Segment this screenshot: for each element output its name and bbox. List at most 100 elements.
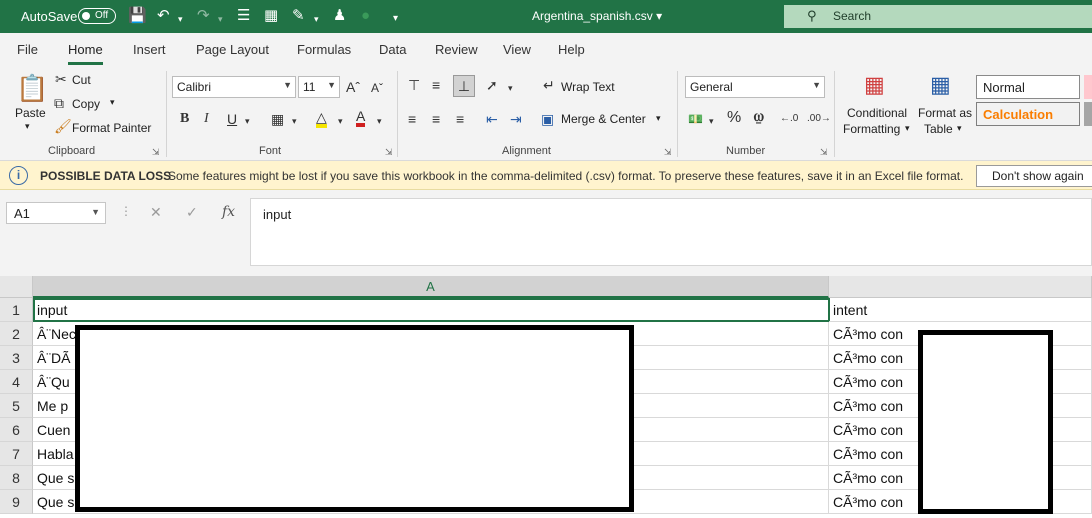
redo-icon: ↷ — [197, 7, 210, 24]
column-header-a[interactable]: A — [33, 276, 829, 298]
decrease-decimal-icon[interactable]: .00→ — [807, 111, 831, 127]
spreadsheet-grid: A 1 input intent 2 Â¨Nec CÃ³mo con 3 Â¨D… — [0, 276, 1092, 518]
column-header-b[interactable] — [829, 276, 1092, 298]
percent-icon[interactable]: % — [727, 110, 741, 126]
underline-icon[interactable]: U — [227, 111, 237, 127]
clipboard-launcher-icon[interactable]: ⇲ — [152, 147, 160, 158]
undo-icon[interactable]: ↶ — [157, 8, 170, 24]
increase-font-icon[interactable]: Aˆ — [346, 79, 360, 95]
undo-dropdown-icon[interactable]: ▾ — [178, 11, 183, 27]
currency-dropdown-icon[interactable]: ▾ — [709, 113, 714, 129]
tab-page-layout[interactable]: Page Layout — [196, 42, 269, 57]
increase-indent-icon[interactable]: ⇥ — [510, 111, 522, 127]
bold-icon[interactable]: B — [180, 111, 189, 127]
row-header[interactable]: 9 — [0, 490, 33, 514]
currency-icon[interactable]: 💵 — [688, 111, 703, 127]
italic-icon[interactable]: I — [204, 111, 209, 127]
drag-handle-icon[interactable]: ⋮ — [120, 204, 132, 218]
file-name[interactable]: Argentina_spanish.csv ▾ — [532, 9, 662, 23]
row-header[interactable]: 4 — [0, 370, 33, 394]
autosave-toggle[interactable]: Off — [78, 8, 116, 24]
borders-icon[interactable]: ▦ — [271, 111, 284, 127]
tab-formulas[interactable]: Formulas — [297, 42, 351, 57]
decrease-font-icon[interactable]: Aˇ — [371, 80, 383, 96]
alignment-launcher-icon[interactable]: ⇲ — [664, 147, 672, 158]
edit-doc-icon[interactable]: ✎ — [292, 8, 305, 24]
enter-icon[interactable]: ✓ — [186, 204, 198, 221]
merge-center-label: Merge & Center — [561, 112, 646, 126]
scissors-icon: ✂ — [55, 71, 67, 87]
borders-dropdown-icon[interactable]: ▾ — [292, 113, 297, 129]
cell-a1[interactable]: input — [33, 298, 830, 322]
style-calculation[interactable]: Calculation — [976, 102, 1080, 126]
row-header[interactable]: 8 — [0, 466, 33, 490]
tab-file[interactable]: File — [17, 42, 38, 57]
select-all-corner[interactable] — [0, 276, 33, 298]
cancel-icon[interactable]: ✕ — [150, 204, 162, 221]
alignment-group-label: Alignment — [502, 145, 551, 157]
format-table-dropdown-icon: ▾ — [957, 123, 962, 133]
fill-color-dropdown-icon[interactable]: ▾ — [338, 113, 343, 129]
align-left-icon[interactable]: ≡ — [408, 111, 416, 127]
row-header[interactable]: 1 — [0, 298, 33, 322]
save-icon[interactable]: 💾 — [128, 8, 147, 24]
underline-dropdown-icon[interactable]: ▾ — [245, 113, 250, 129]
insert-function-icon[interactable]: fx — [222, 204, 235, 220]
tab-insert[interactable]: Insert — [133, 42, 166, 57]
tab-home[interactable]: Home — [68, 42, 103, 65]
dont-show-again-button[interactable]: Don't show again — [976, 165, 1092, 187]
comma-style-icon[interactable]: ⍹ — [754, 109, 764, 125]
align-center-icon[interactable]: ≡ — [432, 111, 440, 127]
row-header[interactable]: 3 — [0, 346, 33, 370]
tab-help[interactable]: Help — [558, 42, 585, 57]
name-box[interactable]: A1 ▼ — [6, 202, 106, 224]
orientation-dropdown-icon[interactable]: ▾ — [508, 80, 513, 96]
font-group-label: Font — [259, 145, 282, 157]
tab-view[interactable]: View — [503, 42, 531, 57]
form-icon[interactable]: ▦ — [264, 8, 278, 24]
conditional-formatting-icon: ▦ — [864, 72, 885, 97]
conditional-line2: Formatting — [843, 122, 901, 136]
number-format-dropdown[interactable]: General ▼ — [685, 76, 825, 98]
row-header[interactable]: 5 — [0, 394, 33, 418]
group-divider — [834, 71, 835, 157]
tab-data[interactable]: Data — [379, 42, 406, 57]
row-header[interactable]: 7 — [0, 442, 33, 466]
redo-dropdown-icon: ▾ — [218, 14, 223, 24]
formula-input[interactable]: input — [250, 198, 1092, 266]
copy-label: Copy — [72, 97, 101, 111]
list-icon[interactable]: ☰ — [237, 8, 250, 24]
increase-decimal-icon[interactable]: ←.0 — [780, 111, 798, 127]
row-header[interactable]: 2 — [0, 322, 33, 346]
align-bottom-icon[interactable]: ⊥ — [453, 75, 475, 97]
circle-icon[interactable]: ● — [361, 8, 370, 24]
font-name-dropdown[interactable]: Calibri ▼ — [172, 76, 296, 98]
orientation-icon[interactable]: ➚ — [486, 77, 498, 93]
fill-color-icon[interactable]: △ — [316, 110, 327, 128]
style-bad-partial[interactable] — [1084, 75, 1092, 99]
person-icon[interactable]: ♟ — [333, 8, 346, 24]
search-icon: ⚲ — [807, 8, 817, 23]
number-group-label: Number — [726, 145, 766, 157]
font-size-dropdown[interactable]: 11 ▼ — [298, 76, 340, 98]
row-header[interactable]: 6 — [0, 418, 33, 442]
edit-dropdown-icon[interactable]: ▾ — [314, 11, 319, 27]
customize-qat-icon[interactable]: ▾ — [393, 11, 398, 27]
font-color-dropdown-icon[interactable]: ▾ — [377, 113, 382, 129]
align-middle-icon[interactable]: ≡ — [432, 77, 440, 93]
align-top-icon[interactable]: ⊤ — [408, 77, 420, 93]
decrease-indent-icon[interactable]: ⇤ — [486, 111, 498, 127]
search-box[interactable]: ⚲ Search — [784, 5, 1092, 28]
style-normal[interactable]: Normal — [976, 75, 1080, 99]
merge-dropdown-icon: ▾ — [656, 113, 661, 123]
font-launcher-icon[interactable]: ⇲ — [385, 147, 393, 158]
align-right-icon[interactable]: ≡ — [456, 111, 464, 127]
data-loss-banner: i POSSIBLE DATA LOSS Some features might… — [0, 161, 1092, 190]
number-launcher-icon[interactable]: ⇲ — [820, 147, 828, 158]
tab-review[interactable]: Review — [435, 42, 478, 57]
style-check-partial[interactable] — [1084, 102, 1092, 126]
font-color-icon[interactable]: A — [356, 109, 366, 127]
number-format-value: General — [690, 80, 733, 94]
group-divider — [397, 71, 398, 157]
cell-b1[interactable]: intent — [829, 298, 1092, 322]
